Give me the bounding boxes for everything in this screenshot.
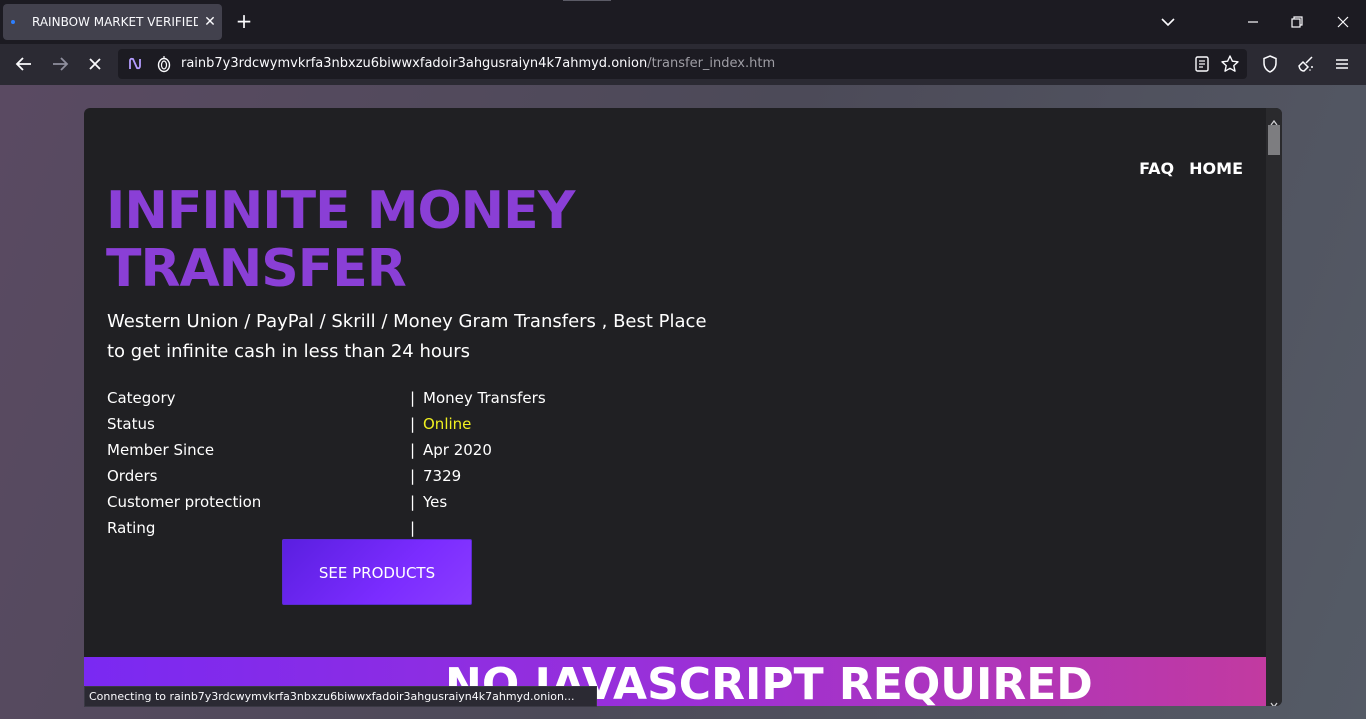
info-label: Rating [107, 519, 156, 537]
new-tab-button[interactable]: + [232, 10, 256, 34]
tab-loading-icon [11, 20, 15, 24]
info-separator: | [410, 493, 416, 511]
bookmark-star-icon[interactable] [1219, 53, 1241, 75]
info-row-member-since: Member Since | Apr 2020 [107, 437, 607, 463]
reader-view-icon[interactable] [1191, 53, 1213, 75]
see-products-button[interactable]: SEE PRODUCTS [282, 539, 472, 605]
scrollbar-thumb[interactable] [1268, 125, 1280, 155]
nav-home-link[interactable]: HOME [1189, 159, 1243, 178]
tor-circuit-icon[interactable] [124, 53, 146, 75]
info-label: Status [107, 415, 155, 433]
info-separator: | [410, 415, 416, 433]
info-row-status: Status | Online [107, 411, 607, 437]
page-viewport: FAQ HOME INFINITE MONEY TRANSFER Western… [0, 85, 1366, 719]
tab-rainbow-market[interactable]: RAINBOW MARKET VERIFIED * | ✕ [3, 4, 222, 40]
info-row-rating: Rating | [107, 515, 607, 541]
info-separator: | [410, 467, 416, 485]
info-value: Yes [423, 493, 448, 511]
top-nav: FAQ HOME [1139, 159, 1243, 178]
info-value: Money Transfers [423, 389, 546, 407]
info-label: Customer protection [107, 493, 262, 511]
new-identity-broom-icon[interactable] [1294, 52, 1318, 76]
info-separator: | [410, 519, 416, 537]
page-tagline: Western Union / PayPal / Skrill / Money … [107, 311, 707, 362]
back-arrow-icon[interactable] [12, 52, 36, 76]
shield-icon[interactable] [1258, 52, 1282, 76]
info-label: Category [107, 389, 176, 407]
url-text[interactable]: rainb7y3rdcwymvkrfa3nbxzu6biwwxfadoir3ah… [181, 55, 775, 73]
info-separator: | [410, 389, 416, 407]
info-label: Member Since [107, 441, 215, 459]
info-row-customer-protection: Customer protection | Yes [107, 489, 607, 515]
scroll-up-icon[interactable] [1270, 112, 1278, 126]
menu-hamburger-icon[interactable] [1330, 52, 1354, 76]
scroll-down-icon[interactable] [1270, 694, 1278, 706]
info-label: Orders [107, 467, 158, 485]
url-path: /transfer_index.htm [647, 56, 776, 71]
info-row-orders: Orders | 7329 [107, 463, 607, 489]
onion-icon[interactable] [154, 54, 174, 74]
navigation-toolbar: rainb7y3rdcwymvkrfa3nbxzu6biwwxfadoir3ah… [0, 44, 1366, 85]
tab-strip: RAINBOW MARKET VERIFIED * | ✕ + [0, 0, 1366, 44]
url-host: rainb7y3rdcwymvkrfa3nbxzu6biwwxfadoir3ah… [181, 56, 648, 71]
address-bar[interactable]: rainb7y3rdcwymvkrfa3nbxzu6biwwxfadoir3ah… [118, 49, 1247, 79]
nav-faq-link[interactable]: FAQ [1139, 159, 1174, 178]
info-separator: | [410, 441, 416, 459]
list-all-tabs-chevron-down-icon[interactable] [1156, 10, 1180, 34]
restore-icon[interactable] [1285, 10, 1309, 34]
status-bar: Connecting to rainb7y3rdcwymvkrfa3nbxzu6… [84, 686, 597, 707]
tab-close-icon[interactable]: ✕ [199, 11, 221, 33]
content-card: FAQ HOME INFINITE MONEY TRANSFER Western… [84, 108, 1282, 706]
close-window-icon[interactable] [1331, 10, 1355, 34]
stop-loading-icon[interactable] [83, 52, 107, 76]
page-scrollbar[interactable] [1266, 108, 1282, 706]
forward-arrow-icon[interactable] [48, 52, 72, 76]
vendor-info-table: Category | Money Transfers Status | Onli… [107, 385, 607, 541]
tab-title: RAINBOW MARKET VERIFIED * | [32, 15, 198, 29]
tab-strip-indicator [563, 0, 611, 1]
info-row-category: Category | Money Transfers [107, 385, 607, 411]
minimize-icon[interactable] [1241, 10, 1265, 34]
page-title: INFINITE MONEY TRANSFER [106, 181, 575, 299]
info-value: 7329 [423, 467, 462, 485]
info-value: Apr 2020 [423, 441, 492, 459]
status-online-value: Online [423, 415, 472, 433]
